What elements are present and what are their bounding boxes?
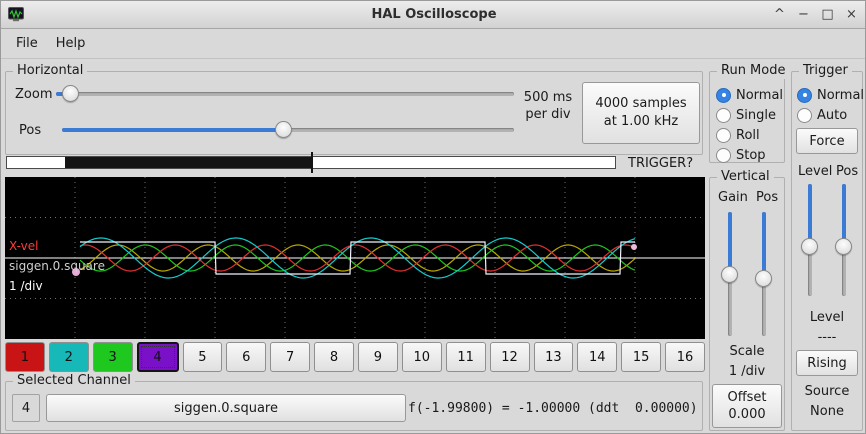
trigger-level-slider-fill bbox=[808, 184, 812, 246]
trigger-group: Trigger Normal Auto Force Level Pos Leve… bbox=[791, 71, 863, 431]
channel-button-2[interactable]: 2 bbox=[49, 342, 89, 372]
scope-overlay-scale: 1 /div bbox=[9, 279, 43, 293]
radio-icon[interactable] bbox=[797, 108, 812, 123]
run-mode-stop[interactable]: Stop bbox=[716, 146, 766, 164]
samples-button[interactable]: 4000 samples at 1.00 kHz bbox=[582, 82, 700, 144]
selected-channel-group: Selected Channel 4 siggen.0.square f(-1.… bbox=[5, 381, 703, 431]
vertical-group-label: Vertical bbox=[717, 169, 774, 185]
menubar: File Help bbox=[1, 29, 866, 59]
vertical-pos-slider[interactable] bbox=[754, 212, 773, 336]
menu-help[interactable]: Help bbox=[47, 32, 95, 55]
channel-button-11[interactable]: 11 bbox=[446, 342, 486, 372]
zoom-label: Zoom bbox=[15, 87, 52, 102]
channel-button-6[interactable]: 6 bbox=[226, 342, 266, 372]
channel-button-14[interactable]: 14 bbox=[577, 342, 617, 372]
maximize-button[interactable]: □ bbox=[820, 7, 835, 22]
trigger-source-label: Source bbox=[792, 384, 862, 399]
minimize-button[interactable]: − bbox=[796, 7, 811, 22]
preview-band bbox=[65, 157, 313, 168]
gain-slider-handle[interactable] bbox=[721, 266, 738, 283]
selected-channel-group-label: Selected Channel bbox=[13, 373, 135, 389]
trigger-pos-label: Pos bbox=[836, 164, 858, 179]
radio-icon[interactable] bbox=[716, 128, 731, 143]
window-title: HAL Oscilloscope bbox=[1, 7, 866, 22]
horizontal-group: Horizontal Zoom 500 ms per div 4000 samp… bbox=[5, 71, 703, 155]
channel-button-9[interactable]: 9 bbox=[358, 342, 398, 372]
radio-icon[interactable] bbox=[716, 88, 731, 103]
gain-slider[interactable] bbox=[720, 212, 739, 336]
gain-label: Gain bbox=[718, 190, 748, 205]
trigger-auto[interactable]: Auto bbox=[797, 106, 847, 124]
pos-slider-handle[interactable] bbox=[275, 121, 292, 138]
trigger-group-label: Trigger bbox=[799, 63, 852, 79]
scope-display[interactable]: X-vel siggen.0.square 1 /div bbox=[5, 177, 705, 339]
channel-button-15[interactable]: 15 bbox=[621, 342, 661, 372]
trigger-pos-slider-handle[interactable] bbox=[835, 238, 852, 255]
trigger-level-slider-handle[interactable] bbox=[801, 238, 818, 255]
scale-value: 1 /div bbox=[710, 364, 784, 379]
channel-button-3[interactable]: 3 bbox=[93, 342, 133, 372]
channel-button-10[interactable]: 10 bbox=[402, 342, 442, 372]
trigger-level-readout-label: Level bbox=[792, 310, 862, 325]
radio-icon[interactable] bbox=[716, 148, 731, 163]
trigger-normal[interactable]: Normal bbox=[797, 86, 864, 104]
channel-button-16[interactable]: 16 bbox=[665, 342, 705, 372]
trigger-status-label: TRIGGER? bbox=[628, 156, 693, 171]
selected-channel-number: 4 bbox=[12, 394, 40, 422]
zoom-slider-track[interactable] bbox=[56, 92, 514, 96]
offset-button[interactable]: Offset 0.000 bbox=[712, 384, 782, 428]
selected-channel-name-button[interactable]: siggen.0.square bbox=[46, 394, 406, 422]
run-mode-group-label: Run Mode bbox=[717, 63, 789, 79]
channel-button-13[interactable]: 13 bbox=[534, 342, 574, 372]
scope-overlay-channel-value: X-vel bbox=[9, 239, 38, 253]
trigger-level-label: Level bbox=[798, 164, 832, 179]
scope-canvas bbox=[5, 177, 705, 339]
oscilloscope-window: HAL Oscilloscope ^ − □ × File Help Horiz… bbox=[0, 0, 866, 434]
vertical-pos-label: Pos bbox=[756, 190, 778, 205]
menu-file[interactable]: File bbox=[7, 32, 47, 55]
radio-icon[interactable] bbox=[797, 88, 812, 103]
vertical-group: Vertical Gain Pos Scale 1 /div Offset 0.… bbox=[709, 177, 785, 431]
preview-trigger-marker[interactable] bbox=[311, 152, 313, 173]
pos-slider-fill bbox=[62, 128, 283, 132]
channel-button-4[interactable]: 4 bbox=[137, 342, 179, 372]
run-mode-single[interactable]: Single bbox=[716, 106, 776, 124]
scale-label: Scale bbox=[710, 344, 784, 359]
zoom-slider-handle[interactable] bbox=[62, 85, 79, 102]
channel-button-8[interactable]: 8 bbox=[314, 342, 354, 372]
channel-button-7[interactable]: 7 bbox=[270, 342, 310, 372]
gain-slider-fill bbox=[728, 212, 732, 274]
run-mode-group: Run Mode Normal Single Roll Stop bbox=[709, 71, 785, 163]
run-mode-normal[interactable]: Normal bbox=[716, 86, 783, 104]
trigger-level-readout-value: ---- bbox=[792, 330, 862, 345]
run-mode-roll[interactable]: Roll bbox=[716, 126, 760, 144]
titlebar[interactable]: HAL Oscilloscope ^ − □ × bbox=[1, 1, 866, 29]
scope-overlay-signal-name: siggen.0.square bbox=[9, 259, 105, 273]
selected-channel-readout: f(-1.99800) = -1.00000 (ddt 0.00000) bbox=[408, 401, 698, 416]
pos-label: Pos bbox=[19, 123, 41, 138]
trigger-level-slider[interactable] bbox=[800, 184, 819, 296]
pos-slider[interactable] bbox=[62, 120, 514, 139]
per-div-display: 500 ms per div bbox=[516, 89, 580, 123]
trigger-source-value[interactable]: None bbox=[792, 404, 862, 419]
radio-icon[interactable] bbox=[716, 108, 731, 123]
vertical-pos-slider-handle[interactable] bbox=[755, 270, 772, 287]
trigger-pos-slider-fill bbox=[842, 184, 846, 246]
channel-button-1[interactable]: 1 bbox=[5, 342, 45, 372]
vertical-pos-slider-fill bbox=[762, 212, 766, 278]
close-button[interactable]: × bbox=[844, 7, 859, 22]
channel-row: 12345678910111213141516 bbox=[5, 342, 705, 372]
trigger-pos-slider[interactable] bbox=[834, 184, 853, 296]
shade-button[interactable]: ^ bbox=[772, 7, 787, 22]
channel-button-5[interactable]: 5 bbox=[183, 342, 223, 372]
horizontal-group-label: Horizontal bbox=[13, 63, 87, 79]
trigger-edge-button[interactable]: Rising bbox=[796, 350, 858, 376]
force-button[interactable]: Force bbox=[796, 128, 858, 154]
zoom-slider[interactable] bbox=[56, 84, 514, 103]
channel-button-12[interactable]: 12 bbox=[490, 342, 530, 372]
